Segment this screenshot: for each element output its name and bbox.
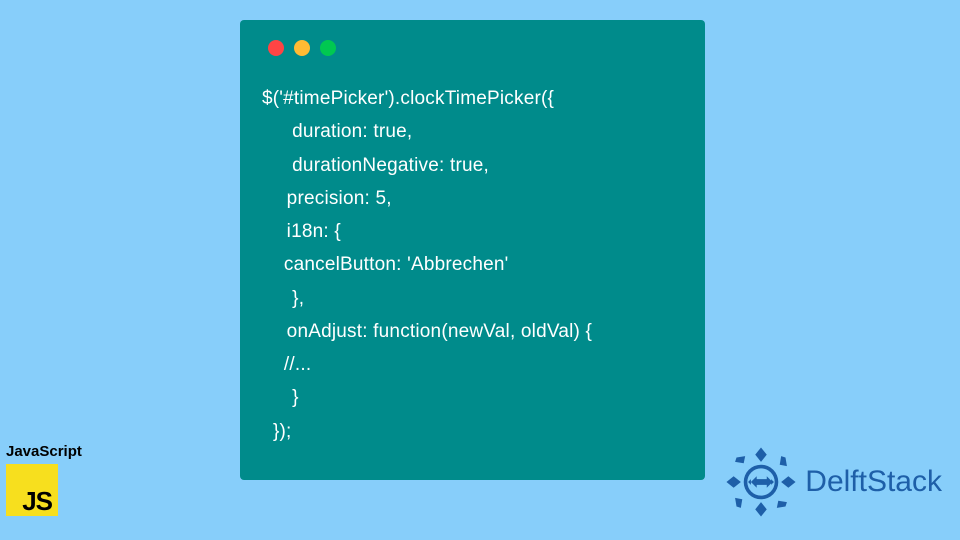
delftstack-text: DelftStack	[805, 465, 942, 499]
javascript-badge: JavaScript JS	[6, 443, 82, 516]
maximize-icon	[320, 40, 336, 56]
code-window: $('#timePicker').clockTimePicker({ durat…	[240, 20, 705, 480]
code-line: duration: true,	[262, 121, 412, 142]
minimize-icon	[294, 40, 310, 56]
code-line: },	[262, 288, 304, 309]
code-line: precision: 5,	[262, 188, 392, 209]
code-line: durationNegative: true,	[262, 155, 489, 176]
code-line: onAdjust: function(newVal, oldVal) {	[262, 321, 592, 342]
code-line: cancelButton: 'Abbrechen'	[262, 254, 508, 275]
delftstack-logo-icon	[725, 446, 797, 518]
code-block: $('#timePicker').clockTimePicker({ durat…	[262, 82, 683, 448]
close-icon	[268, 40, 284, 56]
code-line: //...	[262, 354, 311, 375]
code-line: $('#timePicker').clockTimePicker({	[262, 88, 554, 109]
javascript-logo-text: JS	[22, 488, 52, 514]
code-line: });	[262, 421, 292, 442]
javascript-label: JavaScript	[6, 443, 82, 460]
traffic-lights	[262, 40, 683, 56]
code-line: }	[262, 387, 299, 408]
delftstack-badge: DelftStack	[725, 446, 942, 518]
javascript-logo-icon: JS	[6, 464, 58, 516]
code-line: i18n: {	[262, 221, 341, 242]
